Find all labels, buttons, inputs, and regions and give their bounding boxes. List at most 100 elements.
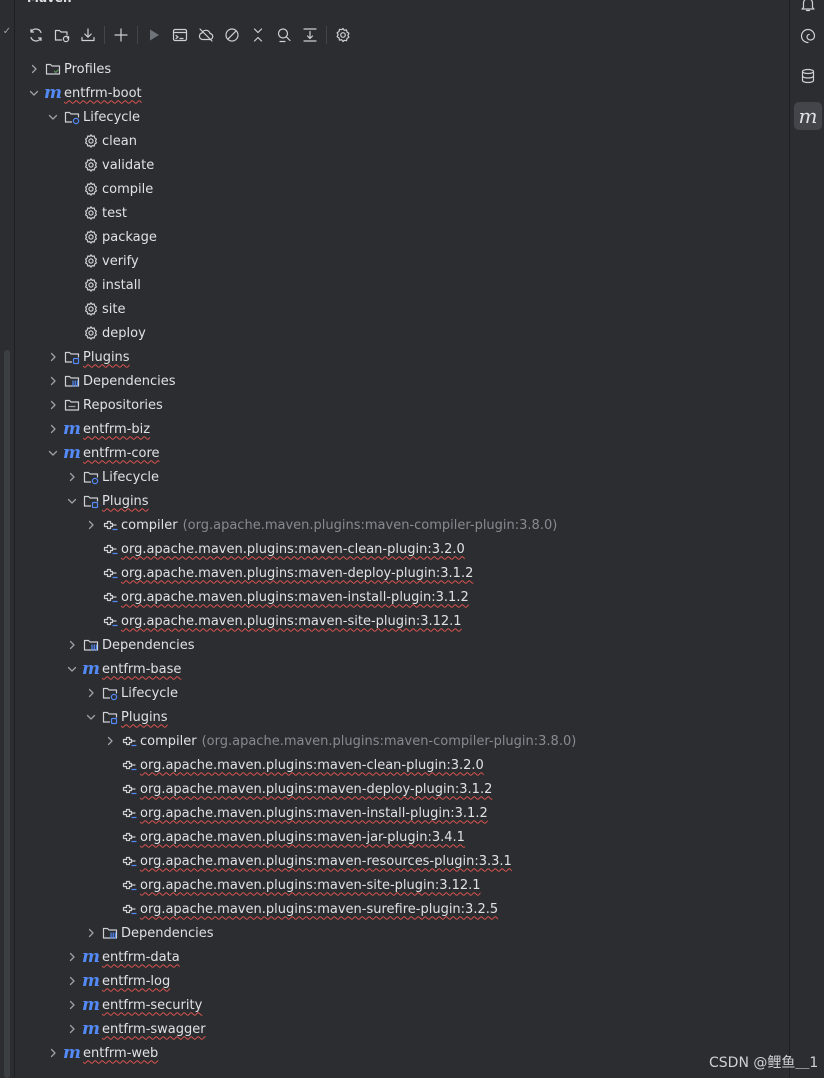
chevron-right-icon[interactable] [45, 1045, 61, 1061]
chevron-down-icon[interactable] [64, 661, 80, 677]
tree-node[interactable]: Dependencies [15, 921, 788, 945]
tree-node[interactable]: Plugins [15, 345, 788, 369]
tree-node[interactable]: validate [15, 153, 788, 177]
chevron-right-icon[interactable] [45, 349, 61, 365]
chevron-right-icon[interactable] [64, 1021, 80, 1037]
chevron-right-icon[interactable] [45, 421, 61, 437]
tree-node-label: Dependencies [121, 925, 214, 941]
chevron-right-icon[interactable] [83, 517, 99, 533]
gear-icon [83, 253, 99, 269]
tree-node[interactable]: compiler (org.apache.maven.plugins:maven-… [15, 513, 788, 537]
diagram-icon [302, 27, 318, 43]
tree-node[interactable]: org.apache.maven.plugins:maven-resources… [15, 849, 788, 873]
database-button[interactable] [794, 62, 822, 90]
tree-node[interactable]: org.apache.maven.plugins:maven-surefire-… [15, 897, 788, 921]
tree-node[interactable]: compile [15, 177, 788, 201]
chevron-right-icon[interactable] [102, 733, 118, 749]
folder-dependencies-icon [102, 925, 118, 941]
tree-node[interactable]: test [15, 201, 788, 225]
maven-icon: m [82, 947, 100, 967]
run-maven-build-button[interactable] [141, 22, 167, 48]
chevron-down-icon[interactable] [83, 709, 99, 725]
tree-node[interactable]: org.apache.maven.plugins:maven-clean-plu… [15, 753, 788, 777]
generate-sources-button[interactable] [49, 22, 75, 48]
tree-node[interactable]: m entfrm-base [15, 657, 788, 681]
chevron-right-icon[interactable] [83, 925, 99, 941]
tree-node[interactable]: org.apache.maven.plugins:maven-jar-plugi… [15, 825, 788, 849]
tree-node-label: verify [102, 253, 139, 269]
chevron-right-icon[interactable] [64, 997, 80, 1013]
tree-node[interactable]: org.apache.maven.plugins:maven-clean-plu… [15, 537, 788, 561]
chevron-down-icon[interactable] [45, 445, 61, 461]
tree-node[interactable]: m entfrm-data [15, 945, 788, 969]
tree-node[interactable]: install [15, 273, 788, 297]
tree-node[interactable]: org.apache.maven.plugins:maven-site-plug… [15, 609, 788, 633]
plugin-icon [121, 877, 137, 893]
tree-node[interactable]: Dependencies [15, 369, 788, 393]
chevron-right-icon[interactable] [64, 469, 80, 485]
tree-node[interactable]: Repositories [15, 393, 788, 417]
tree-node[interactable]: deploy [15, 321, 788, 345]
vertical-scrollbar[interactable] [4, 350, 10, 1078]
download-sources-button[interactable] [75, 22, 101, 48]
tree-node[interactable]: m entfrm-core [15, 441, 788, 465]
collapse-all-button[interactable] [245, 22, 271, 48]
chevron-down-icon[interactable] [26, 85, 42, 101]
tree-node[interactable]: org.apache.maven.plugins:maven-site-plug… [15, 873, 788, 897]
tree-node[interactable]: m entfrm-web [15, 1041, 788, 1065]
tree-node[interactable]: site [15, 297, 788, 321]
tree-node[interactable]: package [15, 225, 788, 249]
chevron-down-icon[interactable] [64, 493, 80, 509]
tree-node[interactable]: m entfrm-biz [15, 417, 788, 441]
tree-node[interactable]: org.apache.maven.plugins:maven-deploy-pl… [15, 561, 788, 585]
chevron-right-icon[interactable] [45, 397, 61, 413]
tree-node-label: Lifecycle [102, 469, 160, 485]
chevron-right-icon[interactable] [83, 685, 99, 701]
plugin-icon [102, 613, 118, 629]
tree-node[interactable]: Lifecycle [15, 105, 788, 129]
chevron-right-icon[interactable] [26, 61, 42, 77]
tree-node[interactable]: compiler (org.apache.maven.plugins:maven-… [15, 729, 788, 753]
tree-node[interactable]: Lifecycle [15, 465, 788, 489]
analyze-icon [276, 27, 292, 43]
maven-button[interactable]: m [794, 102, 822, 130]
show-dependencies-button[interactable] [271, 22, 297, 48]
tree-node[interactable]: Plugins [15, 705, 788, 729]
chevron-right-icon[interactable] [64, 949, 80, 965]
tree-node[interactable]: org.apache.maven.plugins:maven-install-p… [15, 801, 788, 825]
toggle-skip-tests-button[interactable] [219, 22, 245, 48]
tree-node-label: org.apache.maven.plugins:maven-deploy-pl… [140, 781, 493, 797]
tree-node[interactable]: Plugins [15, 489, 788, 513]
add-maven-project-button[interactable] [108, 22, 134, 48]
tree-node[interactable]: clean [15, 129, 788, 153]
chevron-right-icon[interactable] [64, 973, 80, 989]
toggle-offline-mode-button[interactable] [193, 22, 219, 48]
tree-node[interactable]: org.apache.maven.plugins:maven-install-p… [15, 585, 788, 609]
execute-maven-goal-button[interactable] [167, 22, 193, 48]
tree-node[interactable]: org.apache.maven.plugins:maven-deploy-pl… [15, 777, 788, 801]
tree-node[interactable]: m entfrm-log [15, 969, 788, 993]
chevron-down-icon[interactable] [45, 109, 61, 125]
tree-node-label: org.apache.maven.plugins:maven-install-p… [140, 805, 488, 821]
ai-assistant-button[interactable] [794, 22, 822, 50]
collapse-icon [250, 27, 266, 43]
chevron-right-icon[interactable] [45, 373, 61, 389]
chevron-right-icon[interactable] [64, 637, 80, 653]
tree-node-label: org.apache.maven.plugins:maven-site-plug… [140, 877, 481, 893]
tree-node-label: org.apache.maven.plugins:maven-install-p… [121, 589, 469, 605]
tree-node[interactable]: Lifecycle [15, 681, 788, 705]
reload-all-projects-button[interactable] [23, 22, 49, 48]
tree-node[interactable]: m entfrm-security [15, 993, 788, 1017]
tree-node-label: validate [102, 157, 155, 173]
plugin-icon [121, 733, 137, 749]
tree-node-label: Lifecycle [83, 109, 141, 125]
toolbar-separator [326, 26, 327, 44]
build-tool-settings-button[interactable] [330, 22, 356, 48]
tree-node[interactable]: m entfrm-swagger [15, 1017, 788, 1041]
tree-node[interactable]: Profiles [15, 57, 788, 81]
tree-node[interactable]: verify [15, 249, 788, 273]
tree-node[interactable]: Dependencies [15, 633, 788, 657]
tree-node[interactable]: m entfrm-boot [15, 81, 788, 105]
show-diagram-button[interactable] [297, 22, 323, 48]
notifications-button[interactable] [794, 0, 822, 18]
